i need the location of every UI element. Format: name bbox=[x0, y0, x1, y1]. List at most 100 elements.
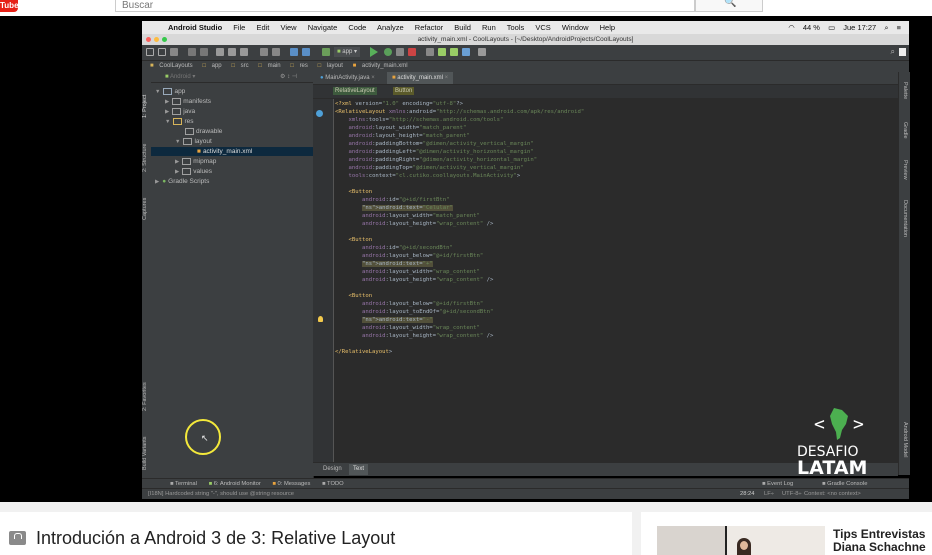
debug-icon[interactable] bbox=[384, 48, 392, 56]
code-line[interactable]: <Button bbox=[335, 292, 584, 300]
code-line[interactable]: android:paddingBottom="@dimen/activity_v… bbox=[335, 140, 584, 148]
attach-debugger-icon[interactable] bbox=[396, 48, 404, 56]
undo-icon[interactable] bbox=[188, 48, 196, 56]
help-icon[interactable] bbox=[478, 48, 486, 56]
search-input[interactable]: Buscar bbox=[115, 0, 695, 12]
code-line[interactable]: android:layout_width="match_parent" bbox=[335, 212, 584, 220]
expand-arrow-icon[interactable]: ▶ bbox=[155, 179, 159, 185]
avd-manager-icon[interactable] bbox=[438, 48, 446, 56]
search-button[interactable]: 🔍 bbox=[695, 0, 763, 12]
code-line[interactable]: android:id="@+id/secondBtn" bbox=[335, 244, 584, 252]
crumb-file[interactable]: ■ activity_main.xml bbox=[349, 63, 408, 69]
code-line[interactable]: android:paddingLeft="@dimen/activity_hor… bbox=[335, 148, 584, 156]
code-line[interactable]: tools:context="cl.cutiko.coollayouts.Mai… bbox=[335, 172, 584, 180]
menu-item[interactable]: Analyze bbox=[377, 23, 404, 32]
run-icon[interactable] bbox=[370, 47, 378, 57]
cut-icon[interactable] bbox=[216, 48, 224, 56]
list-icon[interactable]: ≡ bbox=[897, 23, 901, 32]
youtube-logo[interactable]: Tube bbox=[0, 0, 19, 12]
back-icon[interactable] bbox=[290, 48, 298, 56]
tab-text[interactable]: Text bbox=[349, 464, 369, 475]
caret-position[interactable]: 28:24 bbox=[740, 489, 755, 499]
recommended-title[interactable]: Tips Entrevistas Diana Schachne bbox=[833, 528, 926, 554]
menu-item[interactable]: Navigate bbox=[308, 23, 338, 32]
spotlight-icon[interactable]: ⌕ bbox=[884, 23, 888, 32]
code-line[interactable]: "ns">android:text="Celular" bbox=[335, 204, 584, 212]
tab-main-activity[interactable]: ● MainActivity.java × bbox=[315, 72, 380, 84]
sync-icon[interactable] bbox=[170, 48, 178, 56]
menu-item[interactable]: Run bbox=[482, 23, 496, 32]
code-line[interactable] bbox=[335, 284, 584, 292]
crumb-src[interactable]: □ src bbox=[227, 63, 248, 69]
menu-item[interactable]: Code bbox=[348, 23, 366, 32]
messages-button[interactable]: ■ 0: Messages bbox=[272, 481, 310, 487]
clock[interactable]: Jue 17:27 bbox=[843, 23, 876, 32]
code-line[interactable]: "ns">android:text="-" bbox=[335, 316, 584, 324]
search-everywhere-icon[interactable]: ⌕ bbox=[891, 47, 895, 57]
tree-item-layout[interactable]: ▼ layout bbox=[175, 137, 212, 147]
editor-gutter[interactable] bbox=[313, 99, 334, 462]
code-line[interactable]: android:layout_height="wrap_content" /> bbox=[335, 332, 584, 340]
status-message[interactable]: [I18N] Hardcoded string "-", should use … bbox=[148, 491, 294, 497]
code-line[interactable]: android:layout_width="wrap_content" bbox=[335, 324, 584, 332]
code-line[interactable]: "ns">android:text="+" bbox=[335, 260, 584, 268]
menu-item[interactable]: Tools bbox=[507, 23, 525, 32]
menu-item[interactable]: VCS bbox=[535, 23, 550, 32]
code-line[interactable]: android:layout_toEndOf="@+id/secondBtn" bbox=[335, 308, 584, 316]
code-line[interactable]: android:layout_width="match_parent" bbox=[335, 124, 584, 132]
code-line[interactable]: </RelativeLayout> bbox=[335, 348, 584, 356]
recommended-thumbnail[interactable] bbox=[657, 526, 825, 555]
line-separator[interactable]: LF÷ bbox=[764, 489, 774, 499]
code-line[interactable]: android:layout_below="@+id/firstBtn" bbox=[335, 300, 584, 308]
menu-app-name[interactable]: Android Studio bbox=[168, 23, 222, 32]
tool-window-gradle[interactable]: Gradle bbox=[899, 122, 908, 152]
forward-icon[interactable] bbox=[302, 48, 310, 56]
code-line[interactable]: <RelativeLayout xmlns:android="http://sc… bbox=[335, 108, 584, 116]
tab-activity-main[interactable]: ■ activity_main.xml × bbox=[387, 72, 454, 84]
tool-window-palette[interactable]: Palette bbox=[899, 82, 908, 112]
code-line[interactable] bbox=[335, 180, 584, 188]
tree-item-values[interactable]: ▶ values bbox=[175, 167, 212, 177]
code-line[interactable]: <Button bbox=[335, 236, 584, 244]
tree-item-gradle-scripts[interactable]: ▶ ● Gradle Scripts bbox=[155, 177, 209, 187]
code-line[interactable]: android:layout_height="match_parent" bbox=[335, 132, 584, 140]
close-icon[interactable]: × bbox=[371, 75, 375, 81]
code-text[interactable]: <?xml version="1.0" encoding="utf-8"?> <R… bbox=[335, 100, 584, 356]
project-view-selector[interactable]: ■ Android ▾ ⚙ ↕ ⊣ bbox=[151, 72, 313, 83]
tool-window-captures[interactable]: Captures bbox=[142, 180, 151, 220]
redo-icon[interactable] bbox=[200, 48, 208, 56]
expand-arrow-icon[interactable]: ▶ bbox=[165, 99, 169, 105]
code-line[interactable]: android:paddingRight="@dimen/activity_ho… bbox=[335, 156, 584, 164]
menu-item[interactable]: Build bbox=[454, 23, 471, 32]
replace-icon[interactable] bbox=[272, 48, 280, 56]
crumb-relativelayout[interactable]: RelativeLayout bbox=[333, 87, 377, 95]
code-line[interactable]: <Button bbox=[335, 188, 584, 196]
minimize-window-button[interactable] bbox=[154, 37, 159, 42]
paste-icon[interactable] bbox=[240, 48, 248, 56]
android-device-monitor-icon[interactable] bbox=[462, 48, 470, 56]
save-icon[interactable] bbox=[158, 48, 166, 56]
code-line[interactable]: android:layout_below="@+id/firstBtn" bbox=[335, 252, 584, 260]
zoom-window-button[interactable] bbox=[162, 37, 167, 42]
tree-item-java[interactable]: ▶ java bbox=[165, 107, 195, 117]
run-config-dropdown[interactable]: ■ app ▾ bbox=[334, 47, 360, 57]
close-icon[interactable]: × bbox=[445, 75, 449, 81]
code-line[interactable] bbox=[335, 228, 584, 236]
menu-item[interactable]: Help bbox=[600, 23, 615, 32]
make-project-icon[interactable] bbox=[322, 48, 330, 56]
tree-item-manifests[interactable]: ▶ manifests bbox=[165, 97, 211, 107]
crumb-button[interactable]: Button bbox=[393, 87, 415, 95]
tree-item-drawable[interactable]: drawable bbox=[185, 127, 222, 136]
battery-percent[interactable]: 44 % bbox=[803, 23, 820, 32]
stop-icon[interactable] bbox=[408, 48, 416, 56]
tool-window-documentation[interactable]: Documentation bbox=[899, 200, 908, 260]
menu-item[interactable]: View bbox=[280, 23, 296, 32]
menu-item[interactable]: Refactor bbox=[415, 23, 443, 32]
menu-item[interactable]: File bbox=[233, 23, 245, 32]
code-line[interactable]: android:layout_height="wrap_content" /> bbox=[335, 276, 584, 284]
code-line[interactable]: android:paddingTop="@dimen/activity_vert… bbox=[335, 164, 584, 172]
expand-arrow-icon[interactable]: ▶ bbox=[175, 169, 179, 175]
tree-item-activity-main[interactable]: ■ activity_main.xml bbox=[197, 147, 252, 156]
find-icon[interactable] bbox=[260, 48, 268, 56]
tool-window-favorites[interactable]: 2: Favorites bbox=[142, 367, 151, 411]
